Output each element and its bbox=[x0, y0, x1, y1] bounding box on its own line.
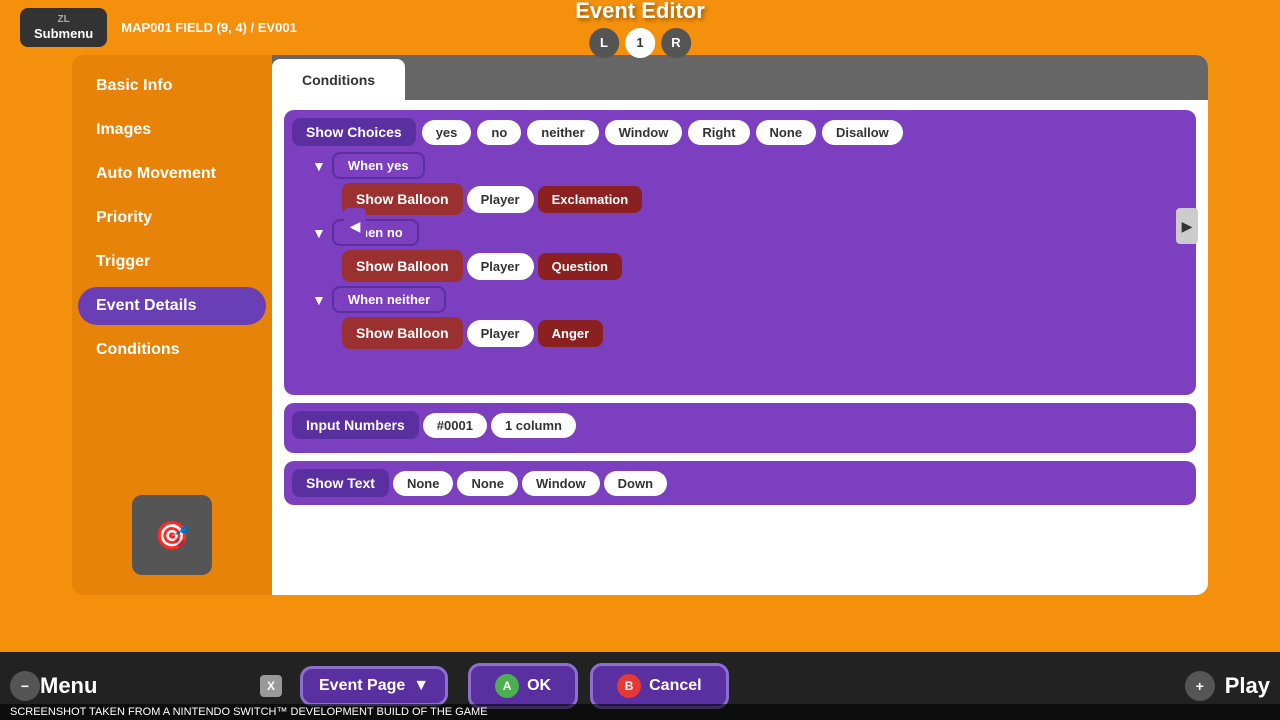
sidebar-item-basic-info[interactable]: Basic Info bbox=[78, 67, 266, 105]
tab-r[interactable]: R bbox=[661, 28, 691, 58]
input-numbers-block: Input Numbers #0001 1 column bbox=[284, 403, 1196, 453]
action-neither-row: Show Balloon Player Anger bbox=[342, 317, 1188, 349]
zl-label: ZL bbox=[58, 14, 70, 26]
dropdown-arrow: ▼ bbox=[413, 677, 429, 695]
a-badge: A bbox=[495, 674, 519, 698]
tab-l[interactable]: L bbox=[589, 28, 619, 58]
bottom-bar: − Menu X Event Page ▼ A OK B Cancel + Pl… bbox=[0, 652, 1280, 720]
page-tabs: L 1 R bbox=[589, 28, 691, 58]
add-button[interactable]: 🎯 bbox=[132, 495, 212, 575]
tab-1[interactable]: 1 bbox=[625, 28, 655, 58]
action-no-main: Show Balloon bbox=[342, 250, 463, 282]
branch-when-yes: ▼ When yes Show Balloon Player Exclamati… bbox=[312, 152, 1188, 215]
plus-icon: 🎯 bbox=[155, 519, 190, 552]
title-area: Event Editor L 1 R bbox=[575, 0, 705, 58]
choices-row: ◀ Show Choices yes no neither Window Rig… bbox=[292, 118, 1188, 146]
top-bar: ZL Submenu MAP001 FIELD (9, 4) / EV001 E… bbox=[0, 0, 1280, 55]
menu-label: Menu bbox=[40, 673, 97, 699]
content-area: Conditions ◀ Show Choices yes no neither… bbox=[272, 55, 1208, 595]
cancel-button[interactable]: B Cancel bbox=[590, 663, 728, 709]
main-layout: Basic Info Images Auto Movement Priority… bbox=[72, 55, 1208, 595]
choice-neither[interactable]: neither bbox=[527, 120, 598, 145]
action-neither-target: Player bbox=[467, 320, 534, 347]
cancel-label: Cancel bbox=[649, 677, 701, 695]
submenu-label: Submenu bbox=[34, 26, 93, 42]
input-numbers-label: Input Numbers bbox=[292, 411, 419, 439]
show-text-block: Show Text None None Window Down bbox=[284, 461, 1196, 505]
plus-button[interactable]: + bbox=[1185, 671, 1215, 701]
choice-right[interactable]: Right bbox=[688, 120, 749, 145]
tab-conditions[interactable]: Conditions bbox=[272, 59, 405, 100]
screenshot-notice: SCREENSHOT TAKEN FROM A NINTENDO SWITCH™… bbox=[0, 704, 1280, 720]
editor-title: Event Editor bbox=[575, 0, 705, 24]
choice-window[interactable]: Window bbox=[605, 120, 683, 145]
add-button-area: 🎯 bbox=[72, 485, 272, 585]
choice-yes[interactable]: yes bbox=[422, 120, 472, 145]
sidebar-item-event-details[interactable]: Event Details bbox=[78, 287, 266, 325]
ok-label: OK bbox=[527, 677, 551, 695]
choice-disallow[interactable]: Disallow bbox=[822, 120, 903, 145]
b-badge: B bbox=[617, 674, 641, 698]
show-choices-label: Show Choices bbox=[292, 118, 416, 146]
menu-button[interactable]: Menu bbox=[40, 673, 240, 699]
sidebar-item-trigger[interactable]: Trigger bbox=[78, 243, 266, 281]
choice-no[interactable]: no bbox=[477, 120, 521, 145]
action-neither-main: Show Balloon bbox=[342, 317, 463, 349]
minus-button[interactable]: − bbox=[10, 671, 40, 701]
action-no-value: Question bbox=[538, 253, 622, 280]
branch-yes-arrow: ▼ bbox=[312, 158, 326, 174]
action-no-row: Show Balloon Player Question bbox=[342, 250, 1188, 282]
action-yes-value: Exclamation bbox=[538, 186, 643, 213]
show-text-opt0: None bbox=[393, 471, 454, 496]
content-tabs: Conditions bbox=[272, 55, 1208, 100]
event-page-dropdown[interactable]: Event Page ▼ bbox=[300, 666, 448, 706]
branch-neither-label: When neither bbox=[332, 286, 446, 313]
input-numbers-columns: 1 column bbox=[491, 413, 576, 438]
action-neither-value: Anger bbox=[538, 320, 604, 347]
play-button[interactable]: + Play bbox=[1185, 671, 1270, 701]
branch-when-no: ▼ When no Show Balloon Player Question bbox=[312, 219, 1188, 282]
submenu-button[interactable]: ZL Submenu bbox=[20, 8, 107, 48]
sidebar-item-priority[interactable]: Priority bbox=[78, 199, 266, 237]
sidebar-item-images[interactable]: Images bbox=[78, 111, 266, 149]
branch-no-header: ▼ When no bbox=[312, 219, 1188, 246]
ok-button[interactable]: A OK bbox=[468, 663, 578, 709]
scroll-area[interactable]: ◀ Show Choices yes no neither Window Rig… bbox=[272, 100, 1208, 595]
branch-yes-label: When yes bbox=[332, 152, 425, 179]
input-numbers-id: #0001 bbox=[423, 413, 487, 438]
branch-when-neither: ▼ When neither Show Balloon Player Anger bbox=[312, 286, 1188, 383]
sidebar-item-conditions[interactable]: Conditions bbox=[78, 331, 266, 369]
branch-neither-arrow: ▼ bbox=[312, 292, 326, 308]
show-text-opt2: Window bbox=[522, 471, 600, 496]
action-no-target: Player bbox=[467, 253, 534, 280]
map-path: MAP001 FIELD (9, 4) / EV001 bbox=[121, 20, 297, 35]
sidebar-item-auto-movement[interactable]: Auto Movement bbox=[78, 155, 266, 193]
action-yes-target: Player bbox=[467, 186, 534, 213]
play-label: Play bbox=[1225, 673, 1270, 699]
branch-no-arrow: ▼ bbox=[312, 225, 326, 241]
action-yes-row: Show Balloon Player Exclamation bbox=[342, 183, 1188, 215]
event-page-label: Event Page bbox=[319, 677, 405, 695]
sidebar: Basic Info Images Auto Movement Priority… bbox=[72, 55, 272, 595]
branch-yes-header: ▼ When yes bbox=[312, 152, 1188, 179]
show-text-opt3: Down bbox=[604, 471, 667, 496]
show-text-label: Show Text bbox=[292, 469, 389, 497]
scroll-right-arrow[interactable]: ▶ bbox=[1176, 208, 1198, 244]
show-choices-block: ◀ Show Choices yes no neither Window Rig… bbox=[284, 110, 1196, 395]
show-text-opt1: None bbox=[457, 471, 518, 496]
input-numbers-row: Input Numbers #0001 1 column bbox=[292, 411, 1188, 439]
scroll-left-arrow[interactable]: ◀ bbox=[344, 208, 366, 244]
x-badge: X bbox=[260, 675, 282, 697]
end-block-neither bbox=[342, 353, 402, 383]
branch-neither-header: ▼ When neither bbox=[312, 286, 1188, 313]
choice-none[interactable]: None bbox=[756, 120, 817, 145]
